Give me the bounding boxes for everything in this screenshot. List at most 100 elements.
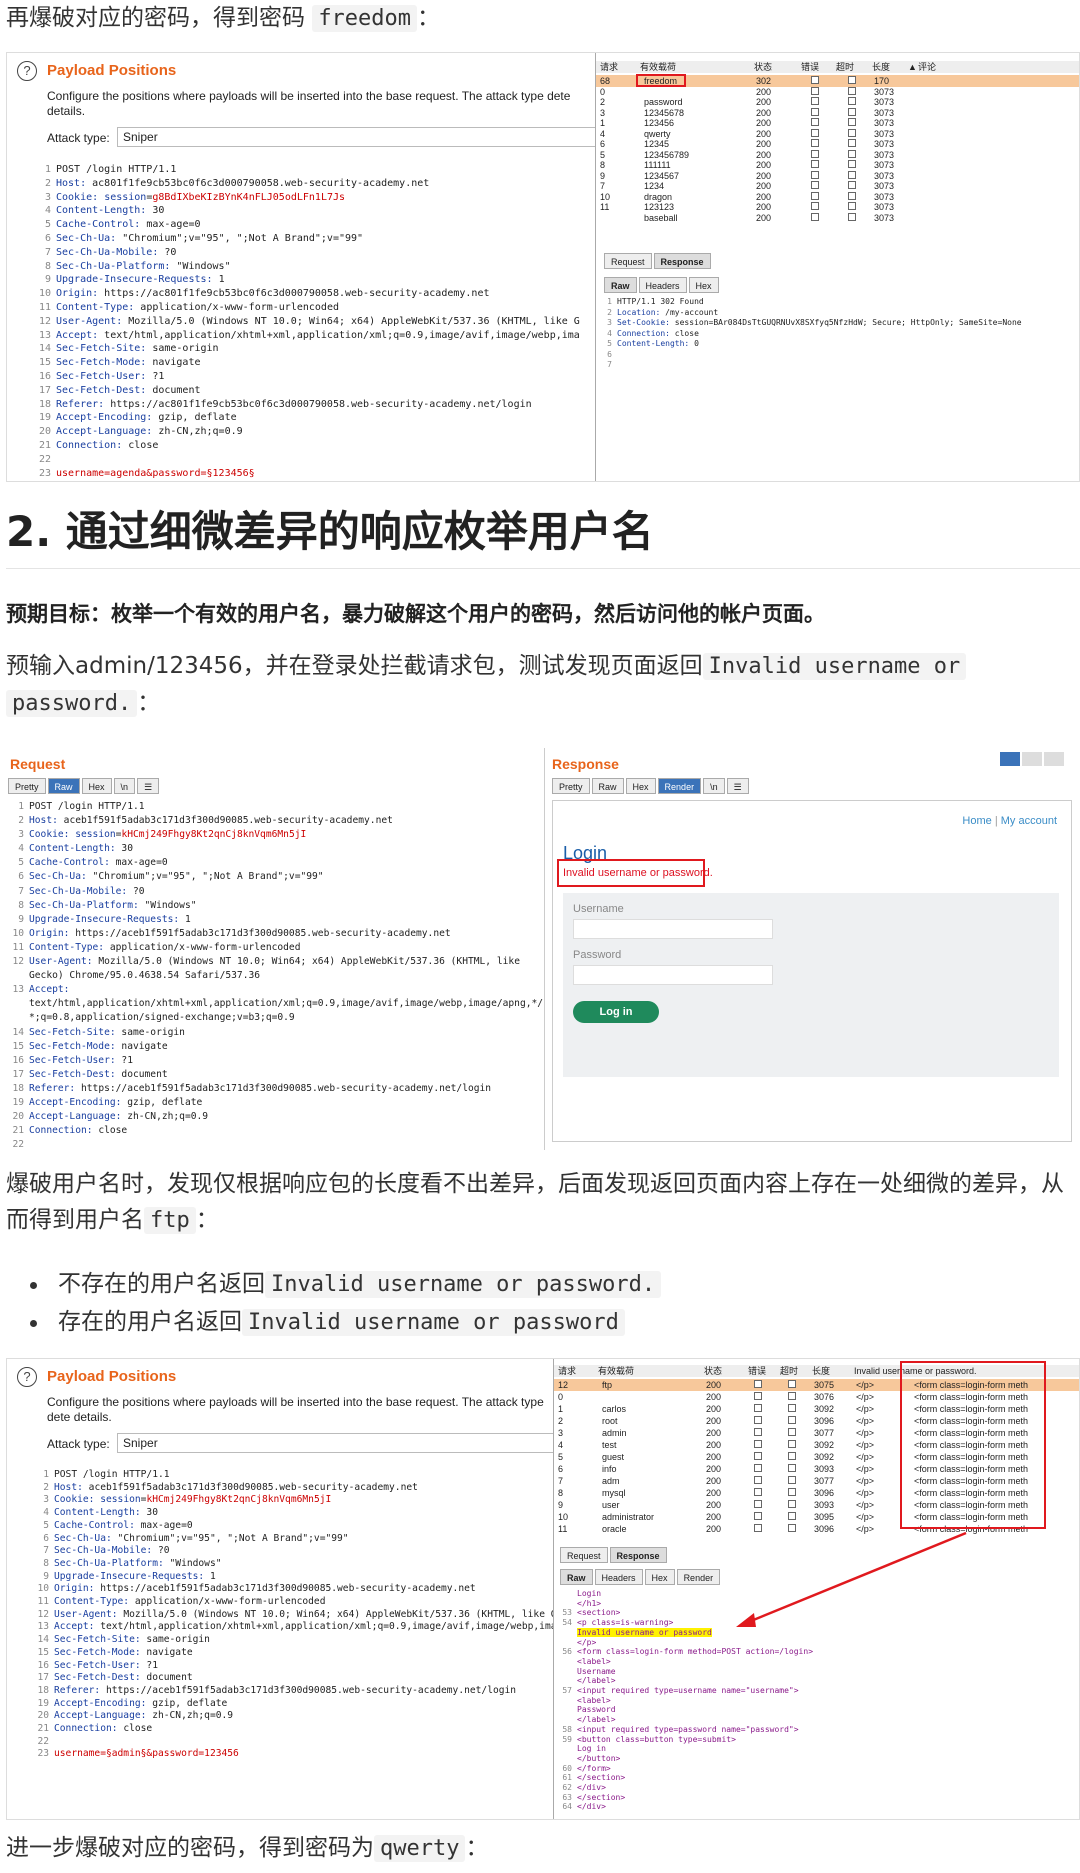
bullet-dot — [30, 1320, 37, 1327]
tab-headers[interactable]: Headers — [638, 277, 687, 293]
code-line: 15 Sec-Fetch-Mode: navigate — [37, 1646, 193, 1658]
view-tab[interactable]: Pretty — [552, 778, 590, 794]
column-header[interactable]: 状态 — [704, 1365, 722, 1377]
attack-type-label: Attack type: — [47, 131, 110, 145]
code-line: </label> — [577, 1676, 616, 1686]
results-pane: 请求 有效载荷 状态 错误 超时 长度 ▲ 评论 68 freedom 302 170 0 200 3073… — [595, 53, 1079, 481]
code-line: 2 Host: aceb1f591f5adab3c171d3f300d90085.… — [43, 1481, 418, 1493]
view-tab[interactable]: Hex — [81, 778, 112, 794]
request-view-tabs: Pretty Raw Hex \n ☰ — [8, 778, 161, 794]
code-line: 13 Accept: text/html,application/xhtml+xm… — [37, 1621, 557, 1633]
column-header[interactable]: 请求 — [558, 1365, 576, 1377]
burp-intruder-screenshot-2: ? Payload Positions Configure the positi… — [6, 1358, 1080, 1820]
code-line: 15 Sec-Fetch-Mode: navigate — [12, 1040, 168, 1052]
help-icon[interactable]: ? — [17, 61, 37, 81]
inline-code: freedom — [312, 5, 418, 32]
attack-type-select[interactable]: Sniper — [117, 1433, 557, 1453]
tab-response[interactable]: Response — [609, 1547, 667, 1563]
column-header[interactable]: 超时 — [780, 1365, 798, 1377]
column-header[interactable]: 超时 — [836, 61, 854, 73]
column-header[interactable]: 长度 — [812, 1365, 830, 1377]
code-line: 20 Accept-Language: zh-CN,zh;q=0.9 — [12, 1111, 209, 1123]
view-tab[interactable]: Raw — [47, 778, 80, 794]
view-tab[interactable]: Render — [657, 778, 702, 794]
attack-type-select[interactable]: Sniper — [117, 127, 617, 147]
column-header[interactable]: 有效载荷 — [640, 61, 676, 73]
request-editor[interactable]: 1 POST /login HTTP/1.1 2 Host: aceb1f591f5a… — [8, 800, 543, 1150]
single-icon[interactable] — [1044, 752, 1064, 766]
code-line: 2 Host: ac801f1fe9cb53bc0f6c3d000790058.w… — [44, 177, 430, 189]
code-line: 17 Sec-Fetch-Dest: document — [12, 1068, 168, 1080]
req-resp-tabs: Request Response — [560, 1547, 669, 1563]
response-viewer[interactable]: 1 HTTP/1.1 302 Found 2 Location: /my-accoun… — [602, 297, 1022, 371]
password-field[interactable] — [573, 965, 773, 985]
code-line: 18 Referer: https://ac801f1fe9cb53bc0f6c3… — [38, 398, 532, 410]
column-header[interactable]: 状态 — [754, 61, 772, 73]
column-header[interactable]: 请求 — [600, 61, 618, 73]
view-tab[interactable]: Pretty — [8, 778, 46, 794]
tab-request[interactable]: Request — [604, 253, 652, 269]
code-line: 15 Sec-Fetch-Mode: navigate — [38, 357, 201, 369]
code-line: 62 </div> — [562, 1783, 606, 1793]
tab-hex[interactable]: Hex — [644, 1569, 675, 1585]
login-button[interactable]: Log in — [573, 1001, 659, 1023]
code-line: 10 Origin: https://aceb1f591f5adab3c171d3… — [12, 927, 451, 939]
attack-type-label: Attack type: — [47, 1437, 110, 1451]
top-nav: Home | My account — [962, 815, 1057, 827]
column-header[interactable]: 错误 — [748, 1365, 766, 1377]
tab-response[interactable]: Response — [653, 253, 711, 269]
request-editor[interactable]: 1 POST /login HTTP/1.1 2 Host: ac801f1fe9cb… — [35, 163, 580, 480]
layout-toggle[interactable] — [1000, 752, 1072, 768]
code-line: 20 Accept-Language: zh-CN,zh;q=0.9 — [37, 1710, 234, 1722]
table-row[interactable]: baseball 200 3073 — [596, 212, 1079, 224]
code-line: 19 Accept-Encoding: gzip, deflate — [37, 1697, 228, 1709]
column-header[interactable]: 错误 — [801, 61, 819, 73]
nav-sep: | — [994, 815, 998, 827]
inline-code: ftp — [144, 1207, 196, 1234]
tab-request[interactable]: Request — [560, 1547, 608, 1563]
view-tab[interactable]: ☰ — [137, 778, 160, 794]
view-tab[interactable]: Hex — [625, 778, 656, 794]
code-line: 3 Set-Cookie: session=BAr084DsTtGUQRNUvX8… — [607, 318, 1022, 327]
tab-render[interactable]: Render — [676, 1569, 721, 1585]
view-tab[interactable]: Raw — [591, 778, 624, 794]
tab-headers[interactable]: Headers — [594, 1569, 643, 1585]
view-tab[interactable]: ☰ — [726, 778, 749, 794]
code-line: 16 Sec-Fetch-User: ?1 — [38, 370, 165, 382]
inline-code: Invalid username or — [702, 653, 967, 680]
view-tab[interactable]: \n — [113, 778, 136, 794]
code-line: </label> — [577, 1715, 616, 1725]
code-line: 60 </form> — [562, 1763, 611, 1773]
code-line: 58 <input required type=password name="pa… — [562, 1724, 799, 1734]
column-header[interactable]: 有效载荷 — [598, 1365, 634, 1377]
help-icon[interactable]: ? — [17, 1367, 37, 1387]
code-line: 22 — [38, 453, 51, 465]
inline-code: qwerty — [374, 1835, 466, 1862]
punct: ： — [195, 1207, 219, 1233]
tab-raw[interactable]: Raw — [560, 1569, 593, 1585]
column-header[interactable]: 长度 — [872, 61, 890, 73]
split-icon[interactable] — [1000, 752, 1020, 766]
column-header[interactable]: 评论 — [918, 61, 936, 73]
code-line: 12 User-Agent: Mozilla/5.0 (Windows NT 10… — [37, 1608, 557, 1620]
code-line: Gecko) Chrome/95.0.4638.54 Safari/537.36 — [29, 970, 261, 982]
view-tabs: Raw Headers Hex Render — [560, 1569, 722, 1585]
tab-raw[interactable]: Raw — [604, 277, 637, 293]
view-tab[interactable]: \n — [703, 778, 725, 794]
req-resp-tabs: Request Response — [604, 253, 713, 269]
column-header[interactable]: ▲ — [908, 61, 917, 73]
my-account-link[interactable]: My account — [1001, 815, 1057, 827]
request-editor[interactable]: 1 POST /login HTTP/1.1 2 Host: aceb1f591f5a… — [33, 1469, 557, 1761]
home-link[interactable]: Home — [962, 815, 991, 827]
horizontal-icon[interactable] — [1022, 752, 1042, 766]
code-line: 22 — [12, 1139, 24, 1150]
paragraph-intro: 再爆破对应的密码，得到密码 freedom： — [6, 0, 440, 37]
tab-hex[interactable]: Hex — [688, 277, 719, 293]
code-line: 14 Sec-Fetch-Site: same-origin — [12, 1026, 185, 1038]
code-line: 3 Cookie: session=g8BdIXbeKIzBYnK4nFLJ05o… — [44, 191, 346, 203]
code-line: 14 Sec-Fetch-Site: same-origin — [38, 343, 219, 355]
bullet-item: 存在的用户名返回 Invalid username or password — [58, 1304, 625, 1341]
paragraph-text: 进一步爆破对应的密码，得到密码为 — [6, 1835, 374, 1861]
panel-title: Payload Positions — [47, 1368, 177, 1385]
username-field[interactable] — [573, 919, 773, 939]
